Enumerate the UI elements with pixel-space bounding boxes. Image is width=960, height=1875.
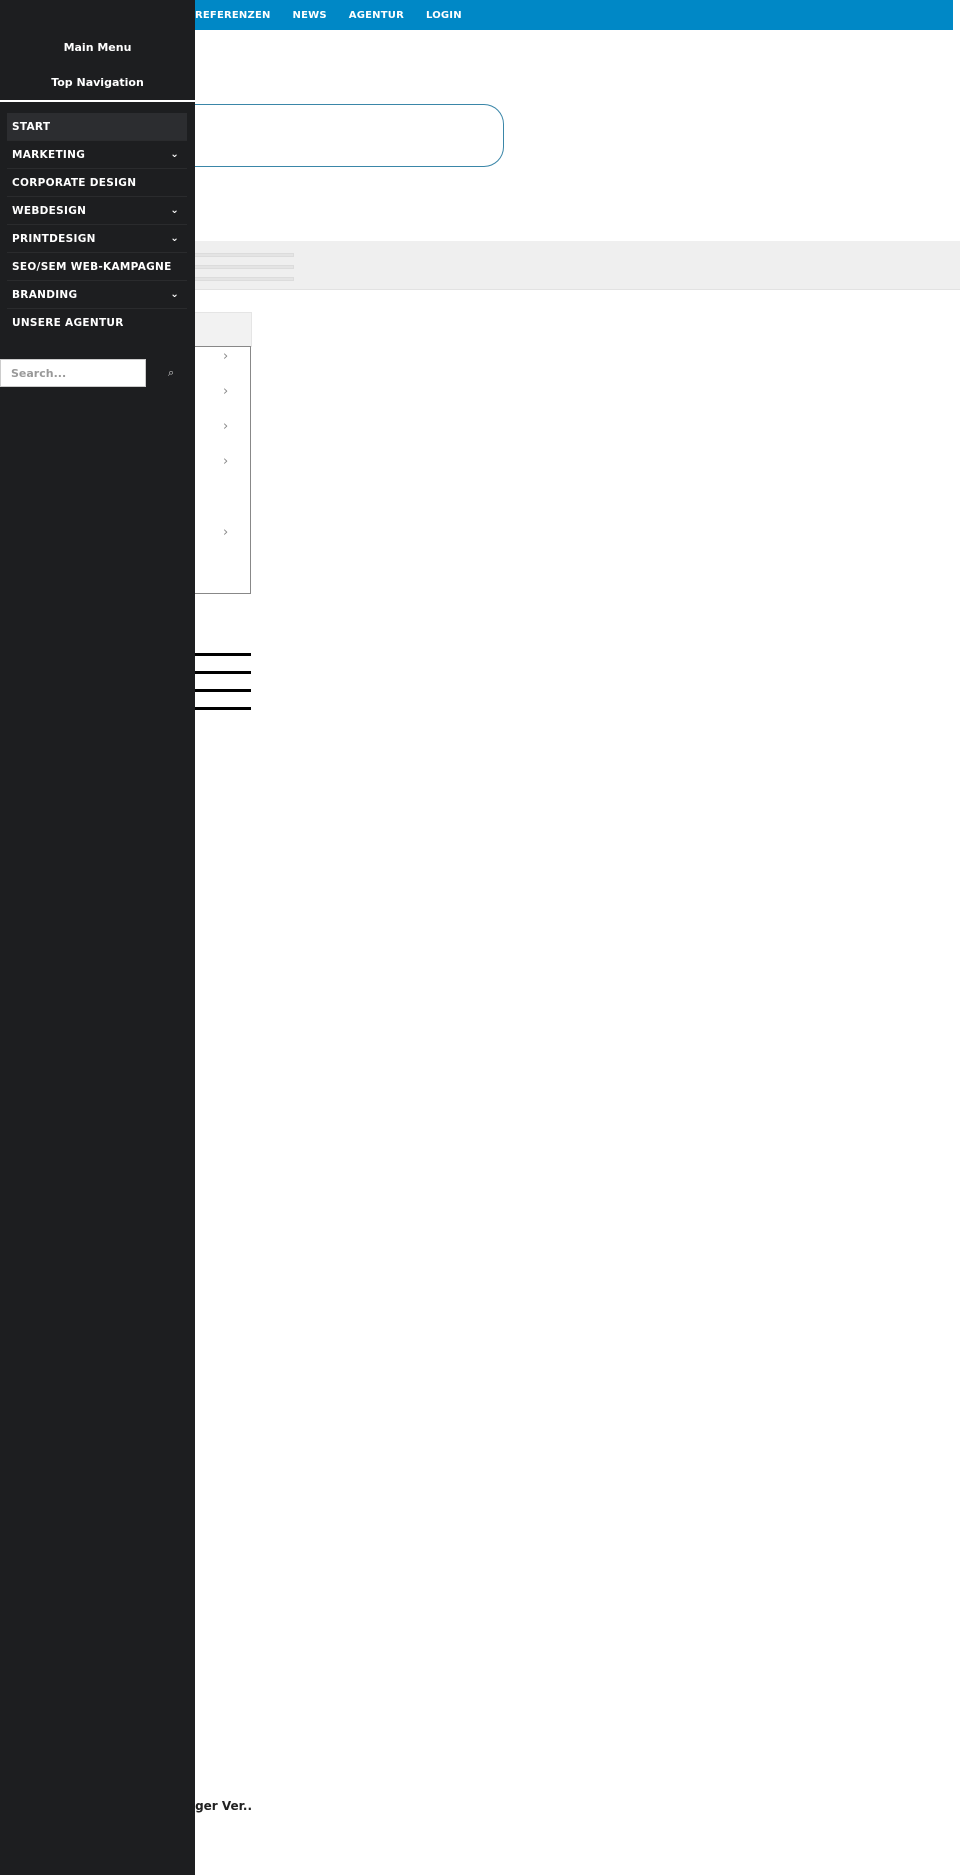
sidebar-item-start[interactable]: START [7, 113, 187, 141]
search-icon[interactable]: ⌕ [168, 366, 174, 380]
sidebar-subtitle: Top Navigation [51, 76, 144, 89]
sidebar-item-label: SEO/SEM WEB-KAMPAGNE [12, 260, 172, 273]
chevron-down-icon[interactable]: ⌄ [170, 289, 179, 300]
nav-agentur[interactable]: AGENTUR [349, 10, 404, 21]
sidebar-item-branding[interactable]: BRANDING ⌄ [7, 281, 187, 309]
sidebar-menu: START MARKETING ⌄ CORPORATE DESIGN WEBDES… [7, 113, 187, 336]
sidebar-item-seo-sem[interactable]: SEO/SEM WEB-KAMPAGNE [7, 253, 187, 281]
sidebar-item-marketing[interactable]: MARKETING ⌄ [7, 141, 187, 169]
nav-news[interactable]: NEWS [293, 10, 327, 21]
chevron-right-icon[interactable]: › [223, 454, 228, 469]
sidebar-item-webdesign[interactable]: WEBDESIGN ⌄ [7, 197, 187, 225]
sidebar-item-label: PRINTDESIGN [12, 232, 96, 245]
sidebar-item-corporate-design[interactable]: CORPORATE DESIGN [7, 169, 187, 197]
top-navigation: REFERENZEN NEWS AGENTUR LOGIN [195, 0, 462, 30]
nav-referenzen[interactable]: REFERENZEN [195, 10, 271, 21]
sidebar-item-printdesign[interactable]: PRINTDESIGN ⌄ [7, 225, 187, 253]
chevron-down-icon[interactable]: ⌄ [170, 149, 179, 160]
chevron-right-icon[interactable]: › [223, 384, 228, 399]
offcanvas-sidebar: Main Menu Top Navigation START MARKETING… [0, 0, 195, 1875]
sidebar-item-label: UNSERE AGENTUR [12, 316, 124, 329]
gray-band [150, 241, 960, 290]
chevron-down-icon[interactable]: ⌄ [170, 205, 179, 216]
sidebar-divider [0, 100, 195, 102]
chevron-right-icon[interactable]: › [223, 349, 228, 364]
chevron-right-icon[interactable]: › [223, 525, 228, 540]
sidebar-item-label: WEBDESIGN [12, 204, 87, 217]
sidebar-title: Main Menu [63, 41, 132, 54]
search-input[interactable] [0, 359, 146, 387]
nav-login[interactable]: LOGIN [426, 10, 462, 21]
chevron-down-icon[interactable]: ⌄ [170, 233, 179, 244]
chevron-right-icon[interactable]: › [223, 419, 228, 434]
sidebar-item-label: START [12, 120, 51, 133]
sidebar-item-label: CORPORATE DESIGN [12, 176, 137, 189]
sidebar-item-label: BRANDING [12, 288, 78, 301]
sidebar-item-label: MARKETING [12, 148, 86, 161]
sidebar-item-unsere-agentur[interactable]: UNSERE AGENTUR [7, 309, 187, 336]
